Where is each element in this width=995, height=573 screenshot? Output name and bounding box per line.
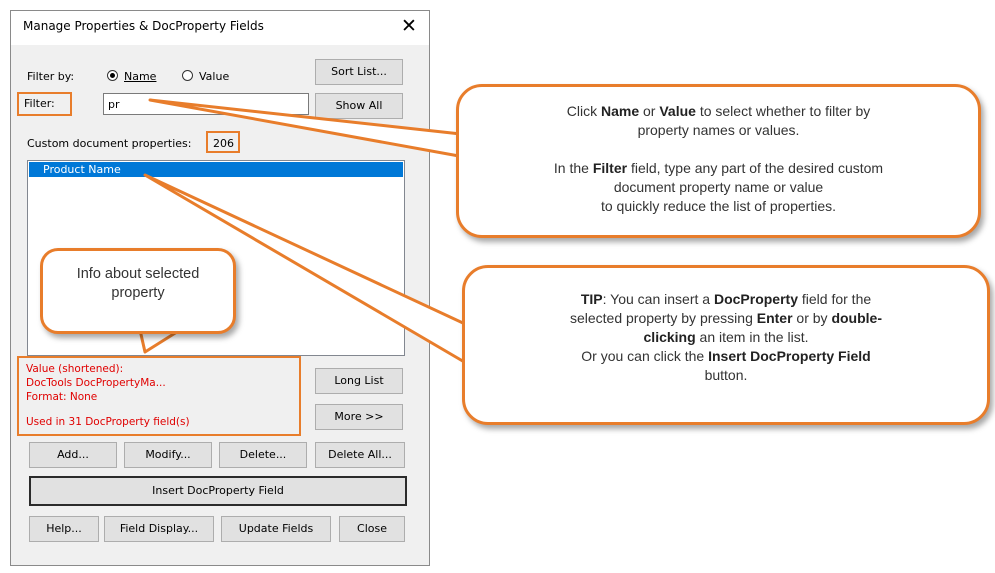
- tip-callout: TIP: You can insert a DocProperty field …: [462, 265, 990, 425]
- filter-callout: Click Name or Value to select whether to…: [456, 84, 981, 238]
- info-callout: Info about selected property: [40, 248, 236, 334]
- filter-pointer: [148, 98, 472, 160]
